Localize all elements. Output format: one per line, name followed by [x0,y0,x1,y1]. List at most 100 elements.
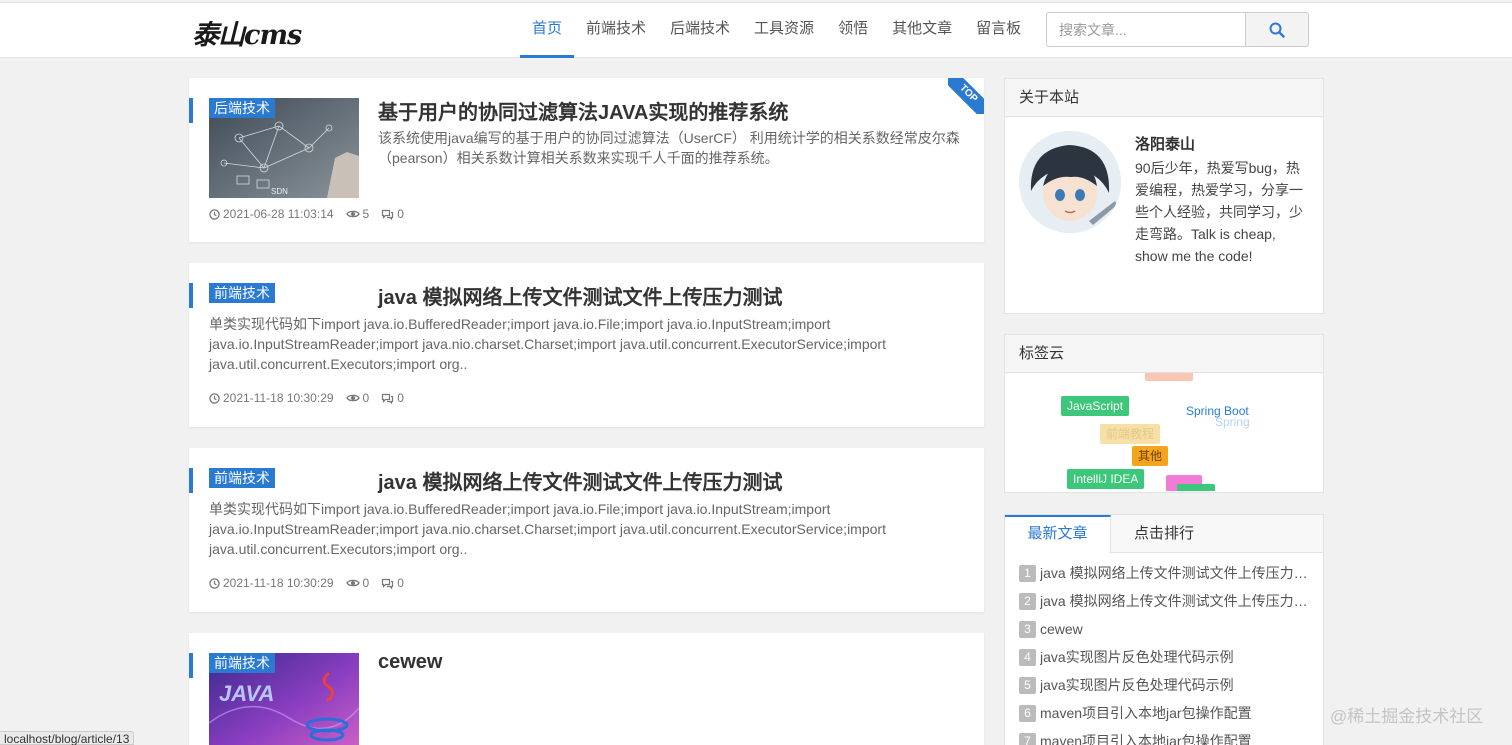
site-logo[interactable]: 泰山cms [192,13,301,52]
rank-number: 4 [1019,649,1036,666]
list-item-title[interactable]: java实现图片反色处理代码示例 [1040,675,1234,695]
tab-latest[interactable]: 最新文章 [1005,515,1111,554]
about-description-text: 90后少年，热爱写bug，热爱编程，热爱学习，分享一些个人经验，共同学习，少走弯… [1135,160,1303,264]
list-item-title[interactable]: java 模拟网络上传文件测试文件上传压力测试 [1040,563,1309,583]
article-excerpt: 单类实现代码如下import java.io.BufferedReader;im… [209,499,909,559]
comments-count: 0 [397,391,404,405]
eye-icon [346,578,360,588]
category-badge[interactable]: 后端技术 [209,98,275,118]
recent-list: 1java 模拟网络上传文件测试文件上传压力测试 2java 模拟网络上传文件测… [1005,553,1323,745]
tag-javascript[interactable]: JavaScript [1061,396,1129,416]
list-item[interactable]: 2java 模拟网络上传文件测试文件上传压力测试 [1019,587,1309,615]
eye-icon [346,393,360,403]
clock-icon [209,209,220,220]
tag-partial[interactable] [1177,484,1215,491]
status-url-bar: localhost/blog/article/13 [0,731,134,745]
article-card[interactable]: 前端技术 java 模拟网络上传文件测试文件上传压力测试 单类实现代码如下imp… [189,263,984,427]
eye-icon [346,209,360,219]
top-navbar: 泰山cms 首页 前端技术 后端技术 工具资源 领悟 其他文章 留言板 [0,2,1512,58]
search-button[interactable] [1245,12,1309,47]
about-body: 洛阳泰山 90后少年，热爱写bug，热爱编程，热爱学习，分享一些个人经验，共同学… [1005,117,1323,312]
article-excerpt: 单类实现代码如下import java.io.BufferedReader;im… [209,314,909,374]
article-card[interactable]: SDN 后端技术 TOP 基于用户的协同过滤算法JAVA实现的推荐系统 该系统使… [189,78,984,242]
nav-item-backend[interactable]: 后端技术 [658,3,742,58]
tag-cloud-panel: 标签云 JavaScript Spring Spring Boot 前端教程 其… [1004,334,1324,493]
list-item-title[interactable]: maven项目引入本地jar包操作配置 [1040,703,1252,723]
list-item[interactable]: 4java实现图片反色处理代码示例 [1019,643,1309,671]
article-views: 0 [346,391,370,405]
list-item[interactable]: 5java实现图片反色处理代码示例 [1019,671,1309,699]
recent-tabs: 最新文章 点击排行 [1005,515,1323,553]
article-views: 0 [346,576,370,590]
category-badge[interactable]: 前端技术 [209,468,275,488]
accent-bar [189,283,193,308]
article-card[interactable]: 前端技术 java 模拟网络上传文件测试文件上传压力测试 单类实现代码如下imp… [189,448,984,612]
nav-item-other[interactable]: 其他文章 [880,3,964,58]
rank-number: 3 [1019,621,1036,638]
article-meta: 2021-11-18 10:30:29 0 0 [209,576,412,590]
date-text: 2021-06-28 11:03:14 [223,207,334,221]
list-item-title[interactable]: cewew [1040,621,1083,637]
watermark-text: @稀土掘金技术社区 [1330,702,1483,727]
category-badge[interactable]: 前端技术 [209,283,275,303]
search-input[interactable] [1046,12,1245,47]
nav-item-home[interactable]: 首页 [520,3,574,58]
article-views: 5 [346,207,370,221]
search-box [1046,12,1309,47]
rank-number: 6 [1019,705,1036,722]
article-meta: 2021-11-18 10:30:29 0 0 [209,391,412,405]
nav-item-insight[interactable]: 领悟 [826,3,880,58]
nav-item-tools[interactable]: 工具资源 [742,3,826,58]
main-nav: 首页 前端技术 后端技术 工具资源 领悟 其他文章 留言板 [520,3,1033,58]
rank-number: 1 [1019,565,1036,582]
list-item-title[interactable]: maven项目引入本地jar包操作配置 [1040,731,1252,745]
clock-icon [209,578,220,589]
top-ribbon: TOP [948,78,984,114]
tab-ranking[interactable]: 点击排行 [1111,515,1217,552]
article-title[interactable]: cewew [378,651,442,674]
rank-number: 2 [1019,593,1036,610]
comments-icon [381,578,394,589]
thumb-java-text: JAVA [219,681,274,706]
tag-cloud: JavaScript Spring Spring Boot 前端教程 其他 In… [1005,373,1323,491]
nav-item-guestbook[interactable]: 留言板 [964,3,1033,58]
article-title[interactable]: java 模拟网络上传文件测试文件上传压力测试 [378,466,782,495]
date-text: 2021-11-18 10:30:29 [223,576,334,590]
tag-other[interactable]: 其他 [1132,446,1168,466]
tag-spring-boot[interactable]: Spring Boot [1180,401,1255,421]
svg-text:SDN: SDN [271,187,288,196]
list-item[interactable]: 3cewew [1019,615,1309,643]
article-title[interactable]: java 模拟网络上传文件测试文件上传压力测试 [378,281,782,310]
accent-bar [189,98,193,123]
recent-articles-panel: 最新文章 点击排行 1java 模拟网络上传文件测试文件上传压力测试 2java… [1004,514,1324,745]
article-date: 2021-11-18 10:30:29 [209,391,334,405]
about-panel: 关于本站 洛阳泰山 90后少年，热爱写bug，热爱编程，热爱学习，分享一些个人经… [1004,78,1324,314]
tag-intellij-idea[interactable]: IntelliJ IDEA [1067,469,1144,489]
author-name: 洛阳泰山 [1135,133,1195,154]
views-count: 0 [363,391,370,405]
article-title[interactable]: 基于用户的协同过滤算法JAVA实现的推荐系统 [378,96,788,125]
category-badge[interactable]: 前端技术 [209,653,275,673]
list-item[interactable]: 6maven项目引入本地jar包操作配置 [1019,699,1309,727]
article-comments: 0 [381,576,404,590]
tag-frontend-tutorial[interactable]: 前端教程 [1100,424,1160,444]
accent-bar [189,653,193,678]
tag-cloud-title: 标签云 [1005,335,1323,373]
tag-partial[interactable] [1145,373,1193,381]
views-count: 0 [363,576,370,590]
list-item[interactable]: 7maven项目引入本地jar包操作配置 [1019,727,1309,745]
rank-number: 5 [1019,677,1036,694]
list-item[interactable]: 1java 模拟网络上传文件测试文件上传压力测试 [1019,559,1309,587]
article-card[interactable]: JAVA 前端技术 cewew [189,633,984,745]
nav-item-frontend[interactable]: 前端技术 [574,3,658,58]
comments-icon [381,209,394,220]
list-item-title[interactable]: java 模拟网络上传文件测试文件上传压力测试 [1040,591,1309,611]
article-meta: 2021-06-28 11:03:14 5 0 [209,207,412,221]
list-item-title[interactable]: java实现图片反色处理代码示例 [1040,647,1234,667]
about-panel-title: 关于本站 [1005,79,1323,117]
search-icon [1269,22,1285,38]
accent-bar [189,468,193,493]
comments-count: 0 [397,207,404,221]
article-comments: 0 [381,391,404,405]
about-description: 90后少年，热爱写bug，热爱编程，热爱学习，分享一些个人经验，共同学习，少走弯… [1019,157,1309,267]
